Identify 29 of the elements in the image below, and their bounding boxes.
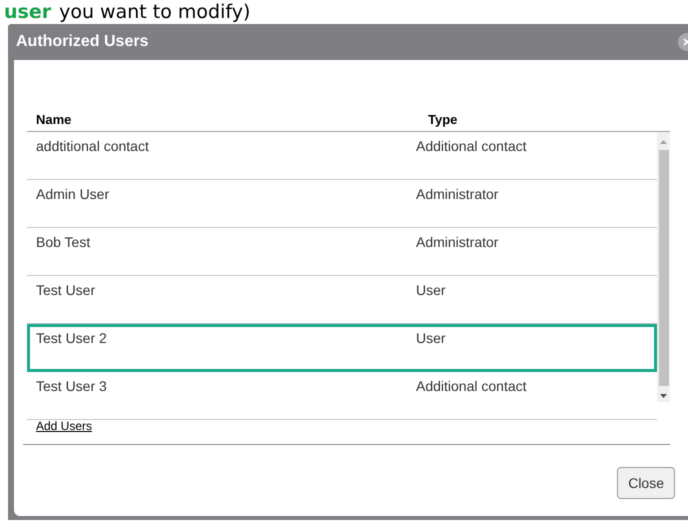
table-row[interactable]: Test User 3 Additional contact <box>27 372 657 420</box>
close-button[interactable]: Close <box>617 467 675 499</box>
instruction-text: you want to modify) <box>59 0 250 24</box>
table-row[interactable]: Admin User Administrator <box>27 180 657 228</box>
dialog-title: Authorized Users <box>16 32 148 52</box>
table-cell-text: Test User 3 <box>36 377 108 396</box>
scrollbar[interactable] <box>657 132 670 402</box>
table-row[interactable]: Test User 2 User <box>27 324 657 372</box>
column-header: Type <box>428 110 458 129</box>
table-cell-text: Test User 2 <box>36 329 108 348</box>
table-cell-text: Test User <box>36 281 96 300</box>
table-cell-text: User <box>416 329 446 348</box>
table-row[interactable]: Bob Test Administrator <box>27 228 657 276</box>
add-users-link[interactable]: Add Users <box>36 419 92 433</box>
table-cell-text: Additional contact <box>416 137 527 156</box>
table-cell-text: Admin User <box>36 185 110 204</box>
table-row[interactable]: addtitional contact Additional contact <box>27 132 657 180</box>
table-cell-text: addtitional contact <box>36 137 150 156</box>
column-header: Name <box>35 110 72 128</box>
instruction-highlight: user <box>4 0 52 24</box>
scrollbar-thumb[interactable] <box>658 150 668 386</box>
table-cell-text: Administrator <box>416 185 498 204</box>
table-row[interactable]: Test User User <box>27 276 657 324</box>
scroll-down-icon[interactable] <box>660 394 667 398</box>
table-cell-text: Bob Test <box>36 233 92 252</box>
table-cell-text: Administrator <box>416 233 498 252</box>
table-cell-text: Additional contact <box>416 377 527 396</box>
table-cell-text: User <box>416 281 446 300</box>
scroll-up-icon[interactable] <box>660 140 667 144</box>
